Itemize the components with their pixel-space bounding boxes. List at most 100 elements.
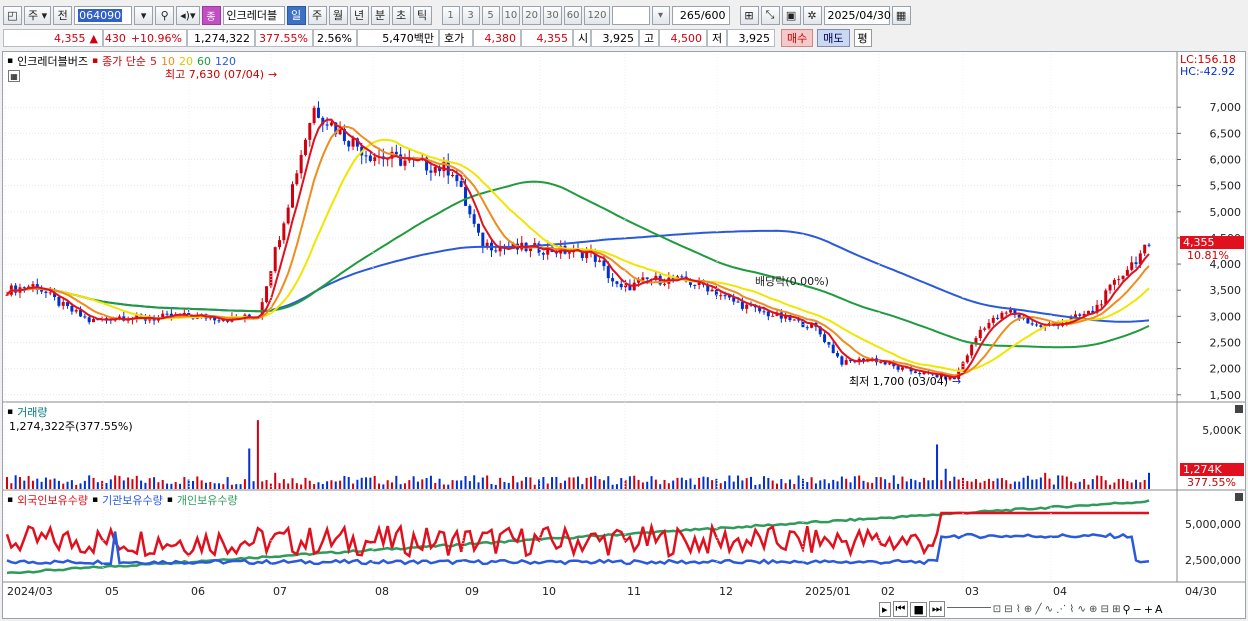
price-cell: 4,355 ▲ <box>3 29 103 47</box>
tick-count-20[interactable]: 20 <box>522 5 541 25</box>
tick-count-120[interactable]: 120 <box>584 5 610 25</box>
volume-bar <box>1031 479 1034 489</box>
volume-bar <box>858 475 861 489</box>
volume-bar <box>685 480 688 489</box>
volume-bar <box>910 478 913 489</box>
candle-body <box>1000 312 1004 319</box>
volume-bar <box>1065 476 1068 489</box>
volume-pane: 5,000K <box>3 420 1245 491</box>
minus-icon[interactable]: − <box>1133 603 1142 616</box>
stock-legend-name[interactable]: 인크레더블버즈 <box>17 53 88 69</box>
volume-bar <box>304 477 307 489</box>
interval-minute[interactable]: 분 <box>370 5 390 25</box>
institution-holding-label[interactable]: 기관보유수량 <box>102 492 163 508</box>
drawing-tools-icon[interactable]: ⊡ ⊟ ⌇ ⊕ ╱ ∿ ⋰ ⌇ ∿ ⊕ ⊟ ⊞ <box>993 604 1121 615</box>
stock-code-input[interactable]: 064090 <box>74 5 133 25</box>
gear-icon[interactable]: ✲ <box>802 5 822 25</box>
x-tick-label: 03 <box>965 585 979 598</box>
interval-tick[interactable]: 틱 <box>412 5 432 25</box>
volume-bar <box>57 480 60 489</box>
stock-code-text: 064090 <box>78 8 123 22</box>
tick-custom-input[interactable] <box>611 5 650 25</box>
volume-bar <box>365 477 368 489</box>
tick-count-5[interactable]: 5 <box>481 5 500 25</box>
individual-holding-label[interactable]: 개인보유수량 <box>177 492 238 508</box>
chart-settings-icon[interactable]: ⊞ <box>739 5 759 25</box>
foreign-holding-label[interactable]: 외국인보유수량 <box>17 492 88 508</box>
tick-count-1[interactable]: 1 <box>441 5 460 25</box>
interval-year[interactable]: 년 <box>349 5 369 25</box>
plus-icon[interactable]: + <box>1144 603 1153 616</box>
tick-count-3[interactable]: 3 <box>461 5 480 25</box>
volume-bar <box>1044 472 1047 489</box>
chart-area[interactable]: 7,0006,5006,0005,5005,0004,5004,0003,500… <box>2 51 1246 619</box>
volume-bar <box>352 483 355 489</box>
interval-month[interactable]: 월 <box>328 5 348 25</box>
volume-tick-label: 5,000K <box>1202 424 1241 437</box>
interval-second[interactable]: 초 <box>391 5 411 25</box>
tool-icon[interactable]: ⤡ <box>760 5 780 25</box>
volume-pane-close-icon[interactable] <box>1235 405 1243 413</box>
scroll-right-icon[interactable]: ▸ <box>879 601 891 617</box>
volume-bar <box>758 484 761 489</box>
tick-count-60[interactable]: 60 <box>563 5 583 25</box>
high-label: 고 <box>639 29 659 47</box>
volume-bar <box>1135 479 1138 489</box>
bar-count-field[interactable]: 265/600 <box>671 5 730 25</box>
last-icon[interactable]: ⏭ <box>928 601 945 617</box>
interval-week[interactable]: 주 <box>307 5 327 25</box>
volume-bar <box>92 477 95 489</box>
volume-bar <box>49 479 52 489</box>
low-annotation: 최저 1,700 (03/04) → <box>849 374 962 389</box>
font-size-icon[interactable]: A <box>1155 603 1163 616</box>
buy-button[interactable]: 매수 <box>781 29 814 47</box>
candle-body <box>827 342 831 345</box>
candle-body <box>615 281 619 284</box>
grid-toggle-icon[interactable]: ▦ <box>8 70 20 82</box>
period-type-select[interactable]: 주 ▾ <box>24 5 52 25</box>
zoom-slider[interactable] <box>946 607 991 611</box>
volume-bar <box>931 480 934 489</box>
stock-name-field: 인크레더블 <box>222 5 285 25</box>
save-icon[interactable]: ▣ <box>781 5 801 25</box>
volume-bar <box>732 481 735 489</box>
prev-button[interactable]: 전 <box>53 5 73 25</box>
interval-day[interactable]: 일 <box>286 5 306 25</box>
volume-bar <box>806 481 809 489</box>
avg-button[interactable]: 평 <box>853 29 872 47</box>
tick-count-10[interactable]: 10 <box>501 5 521 25</box>
volume-bar <box>6 476 8 489</box>
sell-button[interactable]: 매도 <box>817 29 850 47</box>
code-dropdown-icon[interactable]: ▾ <box>134 5 154 25</box>
volume-bar <box>373 475 376 489</box>
first-icon[interactable]: ⏮ <box>892 601 909 617</box>
tick-count-30[interactable]: 30 <box>542 5 562 25</box>
volume-bar <box>884 479 887 489</box>
volume-bar <box>1022 477 1025 489</box>
stock-type-badge: 종 <box>201 5 221 25</box>
window-icon[interactable]: ◰ <box>3 5 22 25</box>
search-icon[interactable]: ⚲ <box>155 5 175 25</box>
date-field[interactable]: 2025/04/30 <box>823 5 891 25</box>
candle-body <box>373 157 377 161</box>
stock-chart-svg[interactable]: 7,0006,5006,0005,5005,0004,5004,0003,500… <box>3 52 1245 618</box>
candle-body <box>991 317 995 323</box>
volume-bar <box>416 481 419 489</box>
zoom-out-icon[interactable]: ⚲ <box>1123 603 1131 616</box>
tick-custom-dropdown[interactable]: ▾ <box>651 5 670 25</box>
candle-body <box>347 141 351 147</box>
ma-label[interactable]: 종가 단순 <box>102 53 146 69</box>
volume-bar <box>291 478 294 489</box>
stop-icon[interactable]: ■ <box>910 601 927 617</box>
candle-body <box>896 366 900 370</box>
holding-pane-close-icon[interactable] <box>1235 493 1243 501</box>
candle-body <box>429 170 433 173</box>
candle-body <box>31 284 35 287</box>
volume-bar <box>702 476 705 489</box>
calendar-icon[interactable]: ▦ <box>891 5 911 25</box>
speaker-icon[interactable]: ◂)▾ <box>176 5 200 25</box>
volume-bar <box>88 475 91 489</box>
volume-bar <box>235 484 238 489</box>
candle-body <box>329 122 333 126</box>
volume-bar <box>23 480 26 489</box>
